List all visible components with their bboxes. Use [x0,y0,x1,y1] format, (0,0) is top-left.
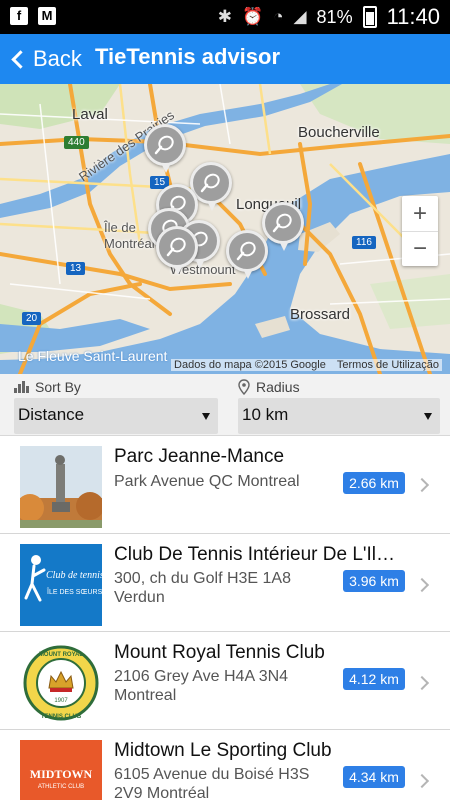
road-badge-13: 13 [66,262,86,275]
status-bar: f M ✱ ⏰ ◔ ◢ 81% 11:40 [0,0,450,34]
distance-badge: 4.34 km [343,766,405,788]
map-label-brossard: Brossard [290,306,351,323]
app-bar: Back TieTennis advisor [0,34,450,84]
radius-filter: Radius 10 km [238,374,440,436]
zoom-in-button[interactable]: + [402,196,438,231]
map-label-fleuve: Le Fleuve Saint-Laurent [18,348,168,364]
distance-badge: 2.66 km [343,472,405,494]
map-pin-club[interactable] [262,202,304,251]
alarm-icon: ⏰ [242,7,264,26]
club-address: 300, ch du Golf H3E 1A8 Verdun [114,570,291,606]
dropdown-arrow-icon [202,413,210,420]
zoom-controls: + − [402,196,438,266]
club-address: 6105 Avenue du Boisé H3S 2V9 Montréal [114,766,310,800]
map-label-laval: Laval [72,106,108,123]
distance-badge: 4.12 km [343,668,405,690]
map-view[interactable]: Laval Boucherville Longueuil Île de Mont… [0,84,450,374]
back-label: Back [33,46,82,71]
list-item[interactable]: Parc Jeanne-Mance Park Avenue QC Montrea… [0,436,450,534]
logo-text: ATHLETIC CLUB [38,784,84,790]
tennis-racket-icon [272,213,292,233]
club-logo: MOUNT ROYAL TENNIS CLUB 1907 [20,642,102,724]
bluetooth-icon: ✱ [217,7,233,26]
tennis-racket-icon [154,135,174,155]
club-list: Parc Jeanne-Mance Park Avenue QC Montrea… [0,436,450,800]
map-tiles [0,84,450,374]
wifi-icon: ◔ [273,7,284,26]
filter-bar: Sort By Distance Radius 10 km [0,374,450,436]
back-button[interactable]: Back [8,42,82,76]
clock: 11:40 [386,4,440,29]
sort-label: Sort By [35,379,81,395]
road-badge-20: 20 [22,312,42,325]
map-label-boucherville: Boucherville [298,124,380,141]
radius-value: 10 km [242,405,289,424]
tennis-racket-icon [236,241,256,261]
sort-filter: Sort By Distance [14,374,218,436]
club-name: Mount Royal Tennis Club [114,642,325,663]
sort-select[interactable]: Distance [14,398,218,434]
bar-chart-icon [14,381,29,393]
club-logo: MIDTOWN ATHLETIC CLUB [20,740,102,800]
tennis-racket-icon [166,237,186,257]
map-terms-link[interactable]: Termos de Utilização [337,359,439,371]
club-logo: Club de tennis ÎLE DES SŒURS [20,544,102,626]
radius-label: Radius [256,379,300,395]
battery-icon [362,6,377,28]
logo-text: 1907 [54,698,68,704]
logo-text: ÎLE DES SŒURS [46,587,102,596]
chevron-right-icon [414,477,430,493]
logo-text: TENNIS CLUB [41,714,82,720]
road-badge-440: 440 [64,136,89,149]
list-item[interactable]: MOUNT ROYAL TENNIS CLUB 1907 Mount Royal… [0,632,450,730]
distance-badge: 3.96 km [343,570,405,592]
logo-text: MOUNT ROYAL [39,652,83,658]
signal-icon: ◢ [293,7,307,26]
logo-text: Club de tennis [46,570,102,581]
map-pin-club[interactable] [226,230,268,279]
map-data-credit: Dados do mapa ©2015 Google [174,359,326,371]
page-title: TieTennis advisor [95,44,281,69]
road-badge-116: 116 [352,236,376,249]
club-name: Midtown Le Sporting Club [114,740,332,761]
tennis-racket-icon [200,173,220,193]
club-name: Parc Jeanne-Mance [114,446,285,467]
chevron-right-icon [414,675,430,691]
map-label-ile-de: Île de [104,220,136,235]
map-label-montreal: Montréal [104,236,155,251]
map-attribution: Dados do mapa ©2015 Google Termos de Uti… [171,359,442,371]
location-pin-icon [238,379,250,395]
radius-select[interactable]: 10 km [238,398,440,434]
list-item[interactable]: Club de tennis ÎLE DES SŒURS Club De Ten… [0,534,450,632]
logo-text: MIDTOWN [30,767,93,781]
battery-percent: 81% [316,6,353,27]
facebook-icon: f [10,7,28,25]
dropdown-arrow-icon [424,413,432,420]
club-name: Club De Tennis Intérieur De L'Ile des So… [114,544,404,565]
chevron-left-icon [11,49,30,69]
gmail-icon: M [38,7,56,25]
sort-value: Distance [18,405,85,424]
club-address: Park Avenue QC Montreal [114,473,300,490]
zoom-out-button[interactable]: − [402,231,438,266]
list-item[interactable]: MIDTOWN ATHLETIC CLUB Midtown Le Sportin… [0,730,450,800]
map-pin-club[interactable] [156,226,198,275]
chevron-right-icon [414,773,430,789]
chevron-right-icon [414,577,430,593]
club-address: 2106 Grey Ave H4A 3N4 Montreal [114,668,289,704]
map-pin-club[interactable] [144,124,186,173]
club-photo [20,446,102,528]
